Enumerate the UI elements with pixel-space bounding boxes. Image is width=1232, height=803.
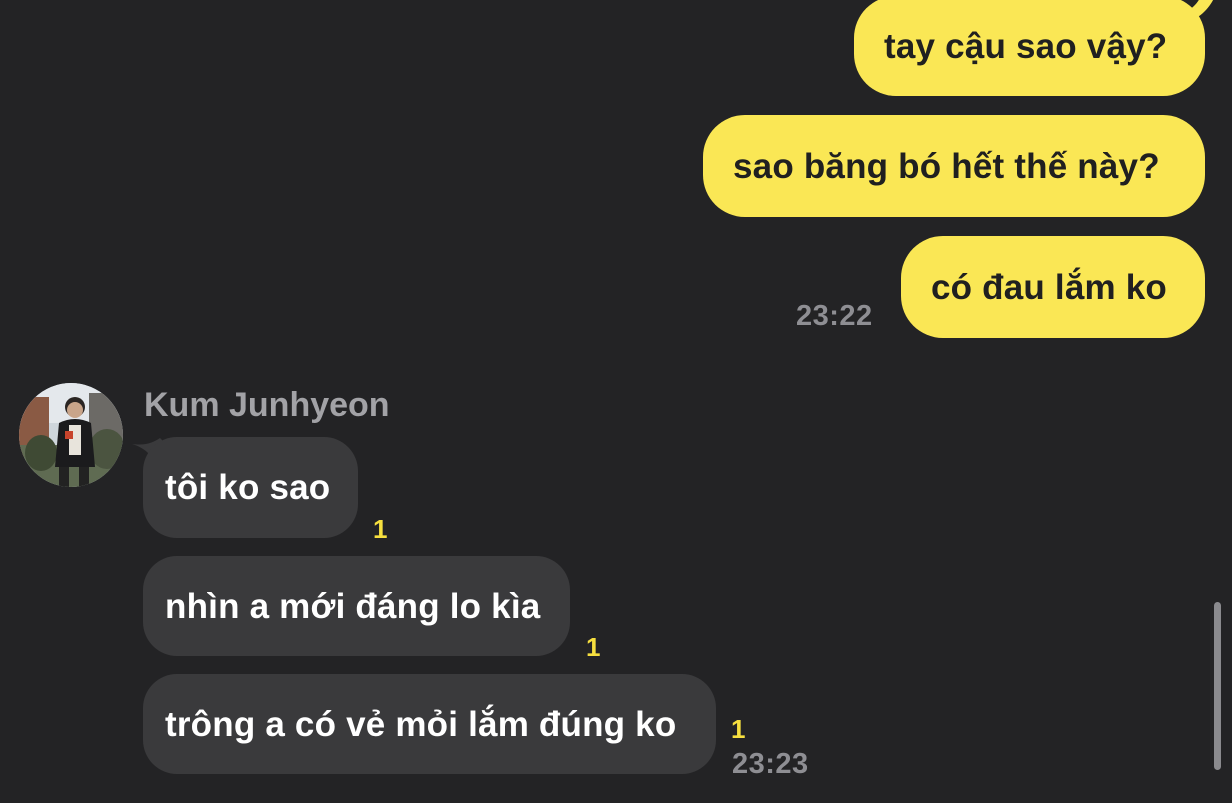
scrollbar-thumb[interactable]	[1214, 602, 1221, 770]
unread-count: 1	[586, 632, 601, 662]
outgoing-message-bubble[interactable]: có đau lắm ko	[901, 236, 1205, 338]
message-text: nhìn a mới đáng lo kìa	[165, 586, 541, 626]
message-text: tay cậu sao vậy?	[884, 26, 1168, 66]
message-timestamp: 23:22	[796, 300, 873, 332]
message-text: tôi ko sao	[165, 468, 331, 507]
outgoing-message-bubble[interactable]: sao băng bó hết thế này?	[703, 115, 1205, 217]
avatar-photo-icon	[19, 383, 123, 487]
incoming-message-bubble[interactable]: tôi ko sao	[143, 437, 358, 538]
unread-count: 1	[373, 514, 388, 544]
incoming-message-bubble[interactable]: nhìn a mới đáng lo kìa	[143, 556, 570, 656]
message-text: có đau lắm ko	[931, 267, 1167, 307]
message-text: trông a có vẻ mỏi lắm đúng ko	[165, 704, 677, 744]
chat-area[interactable]: tay cậu sao vậy? sao băng bó hết thế này…	[0, 0, 1232, 803]
contact-avatar[interactable]	[19, 383, 123, 487]
incoming-message-bubble[interactable]: trông a có vẻ mỏi lắm đúng ko	[143, 674, 716, 774]
contact-name: Kum Junhyeon	[144, 386, 390, 424]
message-text: sao băng bó hết thế này?	[733, 146, 1160, 186]
outgoing-message-bubble[interactable]: tay cậu sao vậy?	[854, 0, 1205, 96]
message-timestamp: 23:23	[732, 748, 809, 780]
unread-count: 1	[731, 714, 746, 744]
